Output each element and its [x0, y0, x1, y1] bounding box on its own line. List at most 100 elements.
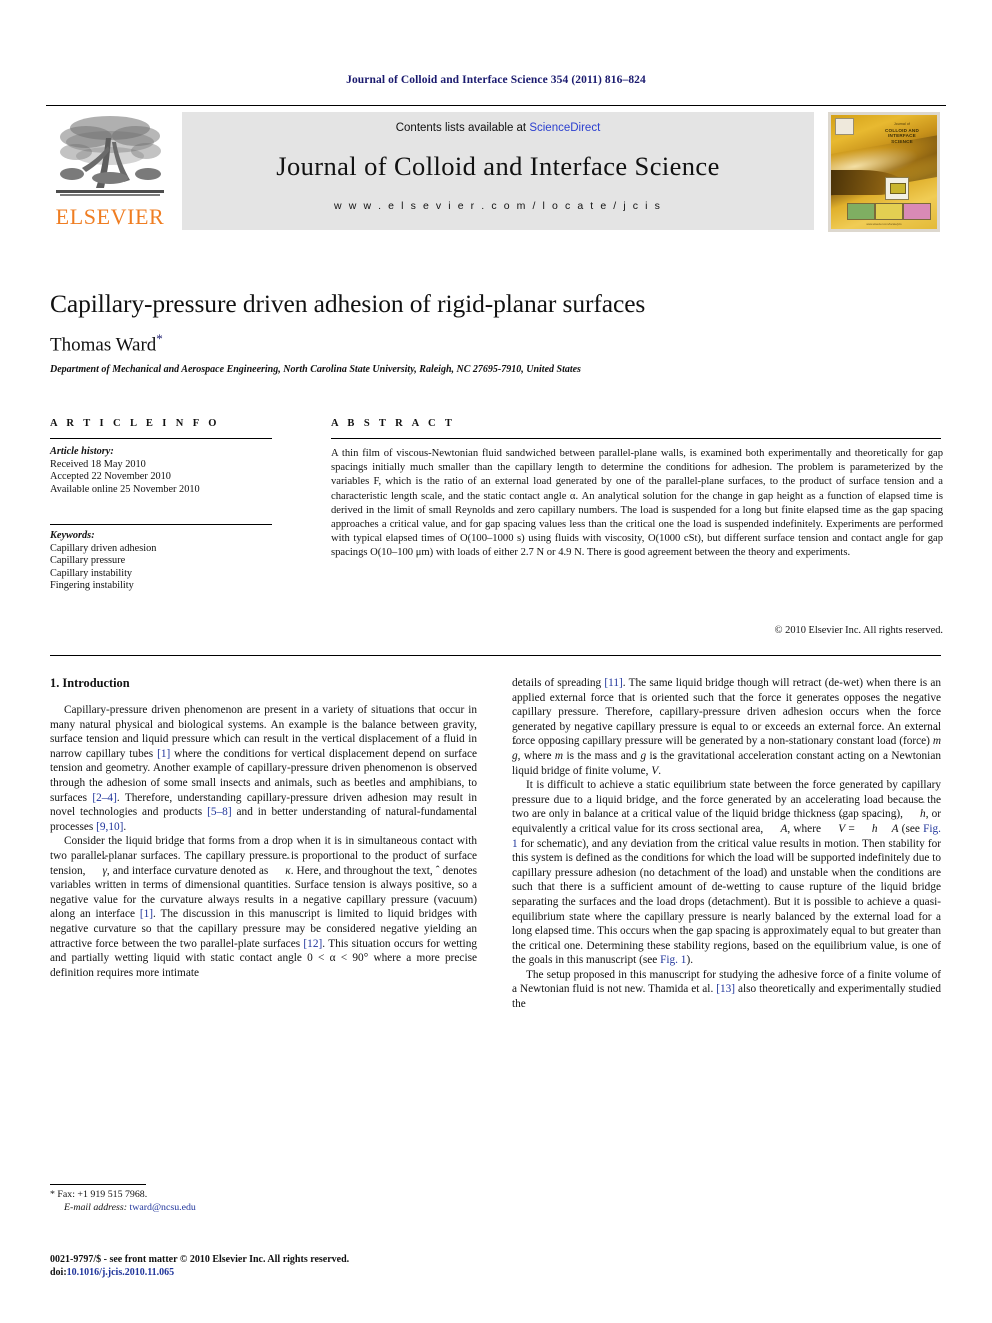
- math-var-a-hat: ˆA: [891, 814, 899, 835]
- text-run: , and interface curvature denoted as: [106, 864, 272, 877]
- footnote-fax-line: * Fax: +1 919 515 7968.: [50, 1188, 480, 1201]
- header-bottom-rule: [50, 655, 941, 656]
- citation-link[interactable]: [12]: [303, 938, 322, 950]
- journal-masthead: ELSEVIER Contents lists available at Sci…: [46, 105, 946, 234]
- math-var-h-hat: ˆh: [920, 799, 926, 821]
- math-var-v-hat: ˆV: [838, 814, 846, 835]
- paragraph: It is difficult to achieve a static equi…: [512, 778, 941, 968]
- article-page: Journal of Colloid and Interface Science…: [0, 0, 992, 1323]
- article-history-item: Available online 25 November 2010: [50, 483, 200, 495]
- math-var-gamma-hat: ˆγ: [102, 855, 107, 877]
- text-run: is the mass and: [563, 749, 641, 762]
- email-link[interactable]: tward@ncsu.edu: [129, 1202, 195, 1213]
- paragraph: Consider the liquid bridge that forms fr…: [50, 834, 477, 980]
- sciencedirect-link[interactable]: ScienceDirect: [529, 122, 600, 134]
- journal-title: Journal of Colloid and Interface Science: [276, 151, 720, 181]
- text-run: . Here, and throughout the text,: [290, 864, 436, 877]
- footnote-rule: [50, 1184, 146, 1185]
- article-info-rule: [50, 438, 272, 439]
- keyword-item: Capillary pressure: [50, 555, 126, 567]
- text-run: , where: [517, 749, 555, 762]
- section-heading-introduction: 1. Introduction: [50, 676, 130, 690]
- author-label: Thomas Ward: [50, 334, 157, 356]
- abstract-copyright: © 2010 Elsevier Inc. All rights reserved…: [774, 625, 943, 636]
- math-var-g-hat: ˆg: [640, 741, 647, 762]
- body-column-left: 1. Introduction Capillary-pressure drive…: [50, 676, 477, 980]
- citation-link[interactable]: [11]: [604, 677, 622, 689]
- cover-cell-pink: [903, 203, 931, 220]
- paragraph: The setup proposed in this manuscript fo…: [512, 968, 941, 1012]
- text-run: ).: [686, 954, 694, 967]
- abstract-heading: A B S T R A C T: [331, 418, 456, 429]
- text-run: .: [123, 820, 127, 833]
- elsevier-tree-icon: [56, 116, 164, 196]
- running-head: Journal of Colloid and Interface Science…: [346, 74, 646, 86]
- keywords-list: Keywords: Capillary driven adhesion Capi…: [50, 530, 275, 593]
- email-address-label: E-mail address:: [64, 1202, 127, 1214]
- math-var-h-hat: ˆh: [871, 814, 878, 835]
- math-var-kappa-hat: ˆκ: [285, 855, 291, 877]
- article-history-item: Accepted 22 November 2010: [50, 471, 171, 483]
- math-var-a-hat: ˆA: [780, 814, 788, 835]
- text-run: details of spreading: [512, 677, 605, 689]
- page-title: Capillary-pressure driven adhesion of ri…: [50, 289, 646, 318]
- elsevier-wordmark: ELSEVIER: [55, 204, 165, 229]
- article-history-item: Received 18 May 2010: [50, 458, 146, 470]
- body-text-right: details of spreading [11]. The same liqu…: [512, 676, 941, 1012]
- cover-cell-green: [847, 203, 875, 220]
- article-info-heading: A R T I C L E I N F O: [50, 418, 220, 429]
- author-affiliation: Department of Mechanical and Aerospace E…: [50, 364, 581, 375]
- cover-line1: COLLOID AND: [885, 127, 919, 133]
- math-var-v-hat: ˆV: [651, 755, 659, 777]
- journal-homepage-url[interactable]: w w w . e l s e v i e r . c o m / l o c …: [182, 200, 814, 212]
- citation-link[interactable]: [9,10]: [96, 821, 123, 833]
- paragraph: Capillary-pressure driven phenomenon are…: [50, 703, 477, 834]
- corresponding-author-footnote: * Fax: +1 919 515 7968. E-mail address: …: [50, 1188, 480, 1214]
- issn-front-matter: 0021-9797/$ - see front matter © 2010 El…: [50, 1254, 350, 1265]
- cover-title: Journal of COLLOID AND INTERFACE SCIENCE: [871, 122, 933, 144]
- math-var-m-hat: ˆm: [932, 726, 941, 748]
- contents-available-text: Contents lists available at: [395, 122, 530, 134]
- imprint-block: 0021-9797/$ - see front matter © 2010 El…: [50, 1253, 510, 1279]
- cover-cell-yellow: [875, 203, 903, 220]
- article-history-label: Article history:: [50, 446, 114, 457]
- footnote-marker: *: [50, 1189, 55, 1200]
- doi-line: doi:10.1016/j.jcis.2010.11.065: [50, 1266, 510, 1279]
- text-run: (see: [898, 822, 924, 835]
- cover-line2: INTERFACE: [888, 133, 916, 139]
- elsevier-logo: ELSEVIER: [46, 112, 174, 234]
- body-column-right: details of spreading [11]. The same liqu…: [512, 676, 941, 1012]
- text-run: for schematic), and any deviation from t…: [512, 837, 941, 967]
- keyword-item: Fingering instability: [50, 580, 134, 592]
- keyword-item: Capillary driven adhesion: [50, 542, 157, 554]
- footnote-email-line: E-mail address: tward@ncsu.edu: [50, 1201, 480, 1214]
- math-var-g-hat: ˆg: [512, 741, 518, 762]
- text-run: .: [658, 764, 662, 777]
- journal-banner: Contents lists available at ScienceDirec…: [182, 112, 814, 230]
- doi-label: doi:: [50, 1267, 67, 1278]
- paragraph: details of spreading [11]. The same liqu…: [512, 676, 941, 778]
- cover-elsevier-mark: [835, 118, 854, 135]
- citation-link[interactable]: [5–8]: [207, 806, 231, 818]
- citation-link[interactable]: [13]: [716, 983, 735, 995]
- cover-line3: SCIENCE: [891, 138, 913, 144]
- cover-chip-graphic: [885, 177, 909, 200]
- body-text-left: Capillary-pressure driven phenomenon are…: [50, 703, 477, 980]
- contents-available-line: Contents lists available at ScienceDirec…: [182, 122, 814, 134]
- keyword-item: Capillary instability: [50, 567, 133, 579]
- abstract-rule: [331, 438, 941, 439]
- article-history: Article history: Received 18 May 2010 Ac…: [50, 446, 275, 496]
- math-operator: =: [845, 822, 858, 835]
- math-var-m-hat: ˆm: [554, 741, 564, 762]
- keywords-rule: [50, 524, 272, 525]
- citation-link[interactable]: [1]: [140, 908, 153, 920]
- citation-link[interactable]: [2–4]: [92, 792, 116, 804]
- keywords-label: Keywords:: [50, 530, 95, 541]
- footnote-fax: Fax: +1 919 515 7968.: [57, 1189, 148, 1200]
- doi-link[interactable]: 10.1016/j.jcis.2010.11.065: [67, 1267, 175, 1278]
- figure-link[interactable]: Fig. 1: [660, 954, 686, 966]
- author-name: Thomas Ward*: [50, 331, 940, 356]
- citation-link[interactable]: [1]: [157, 748, 170, 760]
- abstract-body: A thin film of viscous-Newtonian fluid s…: [331, 448, 943, 559]
- author-corresponding-marker: *: [156, 331, 163, 346]
